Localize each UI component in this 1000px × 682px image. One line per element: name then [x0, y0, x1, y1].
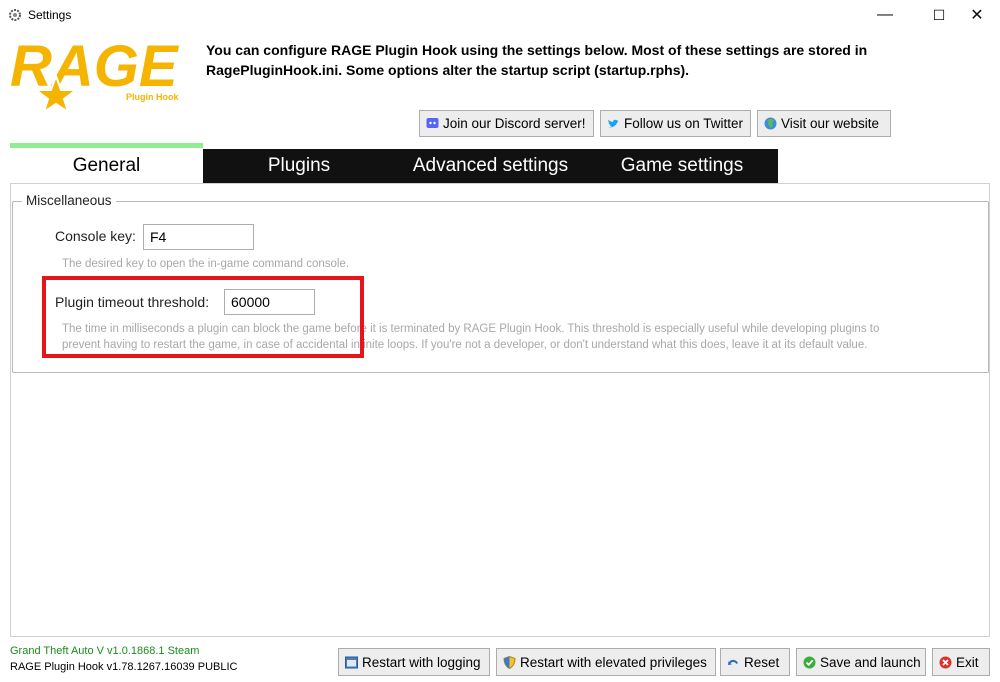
intro-text: You can configure RAGE Plugin Hook using…	[206, 40, 906, 80]
shield-icon	[503, 655, 516, 669]
plugin-timeout-input[interactable]	[224, 289, 315, 315]
globe-icon	[764, 117, 777, 130]
check-circle-icon	[803, 656, 816, 669]
discord-button[interactable]: Join our Discord server!	[419, 110, 594, 137]
discord-icon	[426, 117, 439, 130]
console-key-input[interactable]	[143, 224, 254, 250]
close-button[interactable]: ✕	[954, 0, 1000, 30]
close-circle-icon	[939, 656, 952, 669]
close-icon: ✕	[970, 7, 984, 24]
twitter-label: Follow us on Twitter	[624, 116, 744, 131]
reset-label: Reset	[744, 654, 780, 670]
intro-line-1: You can configure RAGE Plugin Hook using…	[206, 42, 868, 58]
logo-subtext: Plugin Hook	[126, 92, 179, 102]
maximize-icon: ☐	[932, 6, 946, 23]
plugin-timeout-label: Plugin timeout threshold:	[55, 294, 210, 310]
reset-button[interactable]: Reset	[720, 648, 790, 676]
rage-logo: RAGE Plugin Hook	[10, 36, 180, 112]
intro-line-2: RagePluginHook.ini. Some options alter t…	[206, 62, 690, 78]
plugin-timeout-hint-line-1: The time in milliseconds a plugin can bl…	[62, 323, 880, 335]
website-label: Visit our website	[781, 116, 880, 131]
game-version-text: Grand Theft Auto V v1.0.1868.1 Steam	[10, 645, 200, 657]
window-title: Settings	[28, 8, 72, 22]
twitter-button[interactable]: Follow us on Twitter	[600, 110, 751, 137]
rph-version-text: RAGE Plugin Hook v1.78.1267.16039 PUBLIC	[10, 661, 238, 673]
save-and-launch-button[interactable]: Save and launch	[796, 648, 926, 676]
minimize-icon: —	[877, 6, 893, 23]
miscellaneous-group-title: Miscellaneous	[22, 193, 116, 208]
tab-advanced-settings[interactable]: Advanced settings	[395, 149, 586, 183]
restart-elevated-button[interactable]: Restart with elevated privileges	[496, 648, 716, 676]
plugin-timeout-hint-line-2: prevent having to restart the game, in c…	[62, 339, 868, 351]
save-and-launch-label: Save and launch	[820, 654, 921, 670]
tab-general[interactable]: General	[10, 143, 203, 183]
discord-label: Join our Discord server!	[443, 116, 586, 131]
website-button[interactable]: Visit our website	[757, 110, 891, 137]
restart-with-logging-label: Restart with logging	[362, 654, 481, 670]
undo-arrow-icon	[727, 656, 740, 669]
gear-icon	[9, 9, 21, 21]
tab-plugins[interactable]: Plugins	[203, 149, 395, 183]
exit-button[interactable]: Exit	[932, 648, 990, 676]
restart-with-logging-button[interactable]: Restart with logging	[338, 648, 490, 676]
console-key-hint: The desired key to open the in-game comm…	[62, 258, 350, 270]
title-bar: Settings — ☐ ✕	[0, 0, 1000, 30]
plugin-timeout-hint: The time in milliseconds a plugin can bl…	[62, 321, 962, 353]
console-key-label: Console key:	[55, 228, 136, 244]
tab-game-settings[interactable]: Game settings	[586, 149, 778, 183]
twitter-icon	[607, 117, 620, 130]
minimize-button[interactable]: —	[862, 0, 908, 30]
log-window-icon	[345, 656, 358, 669]
restart-elevated-label: Restart with elevated privileges	[520, 654, 707, 670]
exit-label: Exit	[956, 654, 979, 670]
